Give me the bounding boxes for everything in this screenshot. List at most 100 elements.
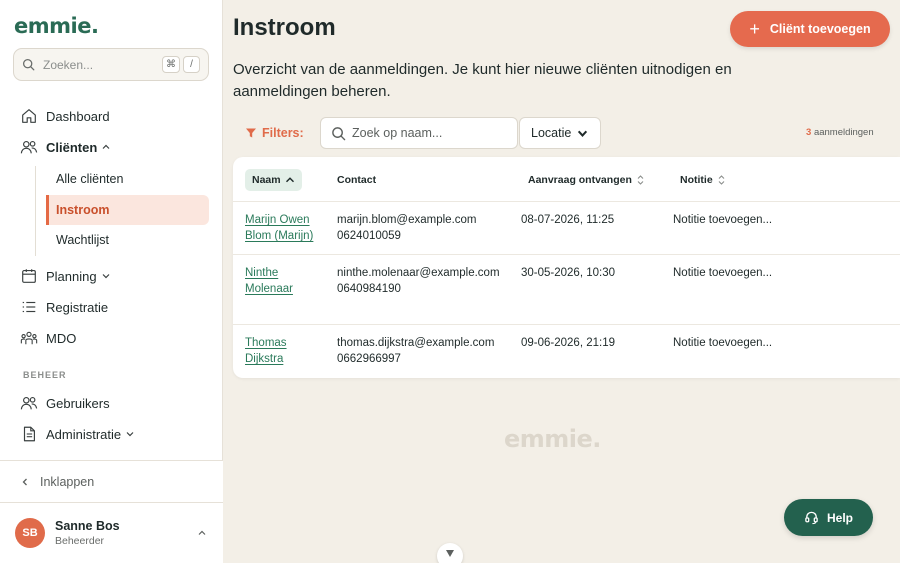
add-client-label: Cliënt toevoegen xyxy=(769,22,871,36)
chevron-down-icon xyxy=(126,432,134,437)
email: thomas.dijkstra@example.com xyxy=(337,337,495,349)
calendar-icon xyxy=(22,269,36,283)
command-key: ⌘ xyxy=(162,56,180,73)
column-header-contact[interactable]: Contact xyxy=(337,157,376,202)
count-number: 3 xyxy=(806,127,812,138)
user-info: Sanne Bos Beheerder xyxy=(55,519,197,547)
sidebar-item-instroom[interactable]: Instroom xyxy=(46,195,209,225)
bottom-toggle-handle[interactable] xyxy=(437,543,463,563)
location-select-label: Locatie xyxy=(531,126,572,140)
submenu-line xyxy=(35,166,36,256)
phone: 0662966997 xyxy=(337,353,401,365)
headset-icon xyxy=(805,511,818,525)
name-line: Blom (Marijn) xyxy=(245,230,314,242)
page-description: Overzicht van de aanmeldingen. Je kunt h… xyxy=(233,61,732,100)
user-role: Beheerder xyxy=(55,535,105,547)
name-line: Thomas xyxy=(245,337,287,349)
contact-cell: marijn.blom@example.com 0624010059 xyxy=(337,212,477,244)
filters-label: Filters: xyxy=(245,126,304,140)
sidebar-item-wachtlijst[interactable]: Wachtlijst xyxy=(46,225,209,255)
search-icon xyxy=(22,58,35,71)
document-icon xyxy=(23,426,35,442)
users-icon xyxy=(20,141,38,154)
team-icon xyxy=(20,331,38,345)
table-row: Thomas Dijkstra thomas.dijkstra@example.… xyxy=(233,324,900,378)
sidebar-item-gebruikers[interactable]: Gebruikers xyxy=(20,389,110,417)
triangle-down-icon xyxy=(446,550,454,557)
emmie-logo[interactable]: emmie. xyxy=(14,14,99,38)
chevron-left-icon xyxy=(22,478,27,485)
chevron-down-icon xyxy=(102,274,110,279)
chevron-up-icon xyxy=(198,530,206,535)
sidebar-search[interactable]: Zoeken... ⌘ / xyxy=(13,48,209,81)
user-name: Sanne Bos xyxy=(55,519,120,533)
name-line: Ninthe xyxy=(245,267,279,279)
note-field[interactable]: Notitie toevoegen... xyxy=(673,265,772,281)
sidebar-item-label: Gebruikers xyxy=(46,395,110,411)
client-name-link[interactable]: Ninthe Molenaar xyxy=(245,265,293,297)
registrations-table: Naam Contact Aanvraag ontvangen Notitie … xyxy=(233,157,900,378)
plus-icon: + xyxy=(749,19,760,39)
name-search-placeholder: Zoek op naam... xyxy=(352,126,443,140)
help-label: Help xyxy=(826,510,853,525)
chevron-up-icon xyxy=(285,176,294,182)
sidebar-item-label: Dashboard xyxy=(46,108,110,124)
users-icon xyxy=(20,397,38,410)
note-field[interactable]: Notitie toevoegen... xyxy=(673,212,772,228)
name-line: Marijn Owen xyxy=(245,214,310,226)
filter-icon xyxy=(246,128,256,138)
collapse-sidebar-button[interactable]: Inklappen xyxy=(0,460,223,503)
header-label: Notitie xyxy=(680,173,713,186)
sidebar-item-registratie[interactable]: Registratie xyxy=(20,293,108,321)
sidebar-item-mdo[interactable]: MDO xyxy=(20,324,76,352)
sort-icon xyxy=(718,174,725,185)
sidebar-item-clienten[interactable]: Cliënten xyxy=(20,133,119,161)
column-header-aanvraag[interactable]: Aanvraag ontvangen xyxy=(528,157,645,202)
section-label-beheer: BEHEER xyxy=(23,370,67,380)
home-icon xyxy=(22,109,36,123)
sidebar-item-label: Administratie xyxy=(46,426,122,442)
user-menu[interactable]: SB Sanne Bos Beheerder xyxy=(0,503,223,563)
page-title: Instroom xyxy=(233,14,336,41)
slash-key: / xyxy=(183,56,200,73)
header-label: Aanvraag ontvangen xyxy=(528,173,632,186)
list-icon xyxy=(22,301,36,313)
note-field[interactable]: Notitie toevoegen... xyxy=(673,335,772,351)
chevron-down-icon xyxy=(578,130,588,137)
client-name-link[interactable]: Marijn Owen Blom (Marijn) xyxy=(245,212,313,244)
sidebar-item-label: Cliënten xyxy=(46,139,98,155)
name-search-input[interactable]: Zoek op naam... xyxy=(320,117,518,149)
count-label: aanmeldingen xyxy=(813,127,874,138)
sort-pill: Naam xyxy=(245,168,302,191)
contact-cell: thomas.dijkstra@example.com 0662966997 xyxy=(337,335,494,367)
location-select[interactable]: Locatie xyxy=(519,117,601,149)
contact-cell: ninthe.molenaar@example.com 0640984190 xyxy=(337,265,500,297)
sidebar-item-planning[interactable]: Planning xyxy=(20,262,119,290)
add-client-button[interactable]: + Cliënt toevoegen xyxy=(730,11,890,47)
registration-count: 3 aanmeldingen xyxy=(806,127,874,138)
email: marijn.blom@example.com xyxy=(337,214,477,226)
search-icon xyxy=(332,126,346,140)
sidebar-item-dashboard[interactable]: Dashboard xyxy=(20,102,110,130)
phone: 0624010059 xyxy=(337,230,401,242)
emmie-watermark: emmie. xyxy=(504,425,601,453)
sort-icon xyxy=(637,174,644,185)
sidebar: emmie. Zoeken... ⌘ / Dashboard Cliënten … xyxy=(0,0,223,563)
column-header-naam[interactable]: Naam xyxy=(245,157,302,202)
table-row: Marijn Owen Blom (Marijn) marijn.blom@ex… xyxy=(233,201,900,254)
table-row: Ninthe Molenaar ninthe.molenaar@example.… xyxy=(233,254,900,324)
search-placeholder: Zoeken... xyxy=(43,57,94,72)
sidebar-item-administratie[interactable]: Administratie xyxy=(20,420,143,448)
column-header-notitie[interactable]: Notitie xyxy=(680,157,726,202)
filters-text: Filters: xyxy=(262,126,304,140)
sidebar-item-alle-clienten[interactable]: Alle cliënten xyxy=(46,164,209,194)
date-cell: 30-05-2026, 10:30 xyxy=(521,267,615,279)
client-name-link[interactable]: Thomas Dijkstra xyxy=(245,335,287,367)
name-line: Molenaar xyxy=(245,283,293,295)
email: ninthe.molenaar@example.com xyxy=(337,267,500,279)
sidebar-item-label: Registratie xyxy=(46,299,109,315)
date-cell: 09-06-2026, 21:19 xyxy=(521,337,615,349)
search-shortcut: ⌘ / xyxy=(159,56,200,73)
help-button[interactable]: Help xyxy=(784,499,873,536)
header-label: Naam xyxy=(252,173,281,186)
